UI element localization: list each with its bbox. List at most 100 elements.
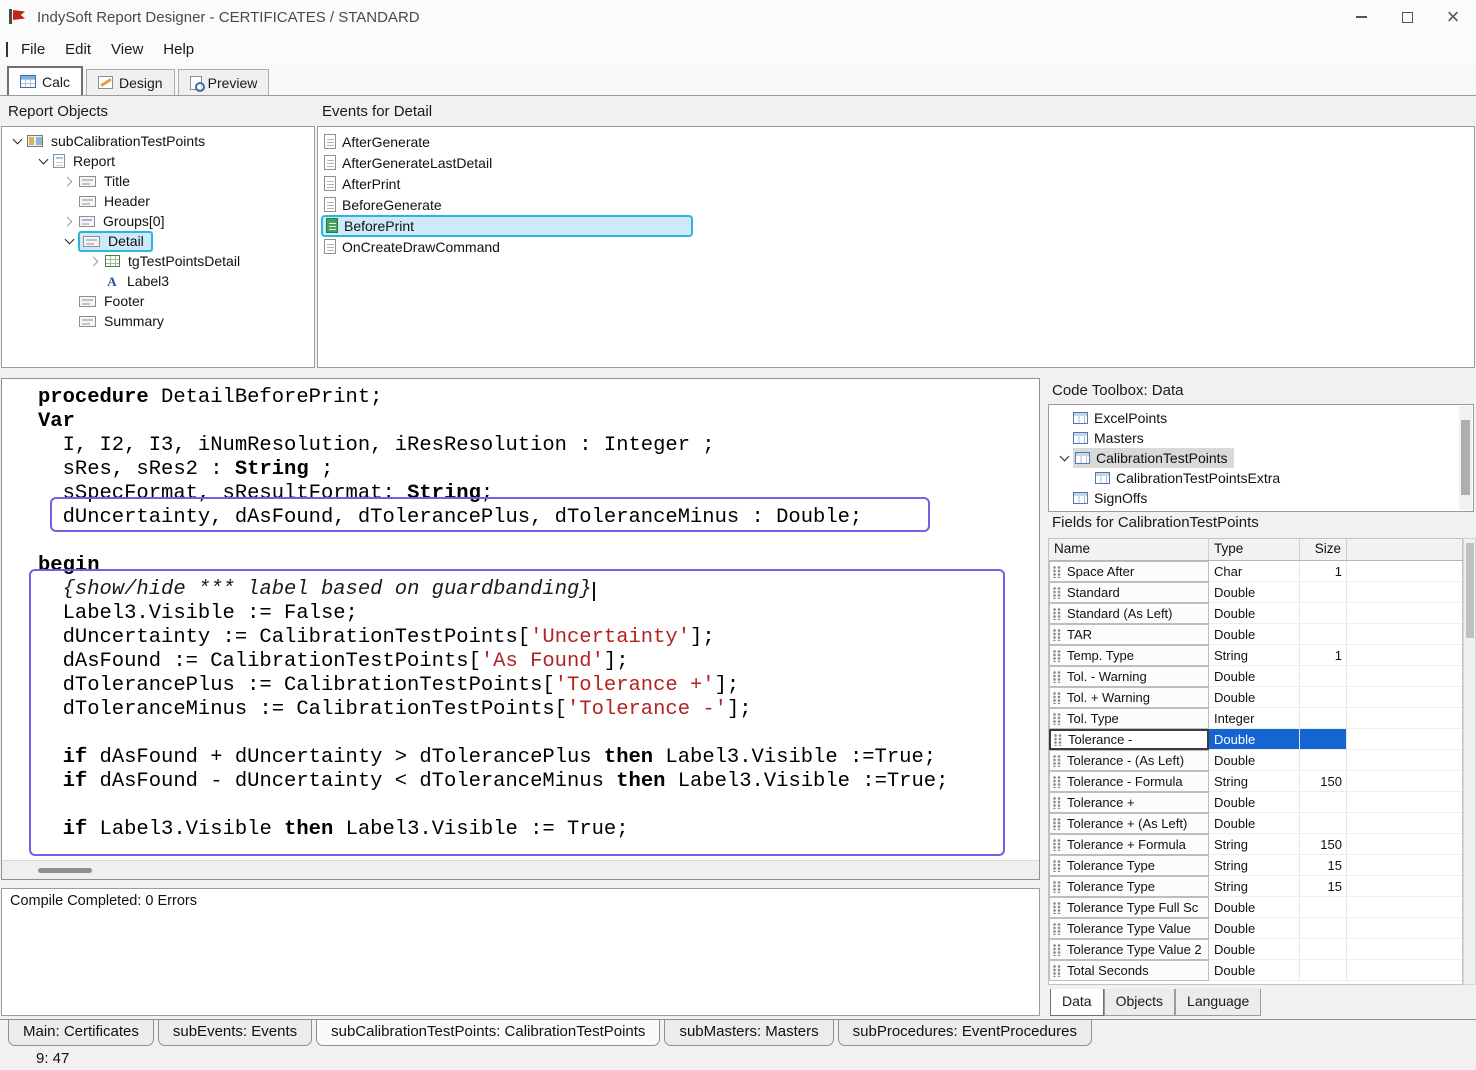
event-item-afterprint[interactable]: AfterPrint <box>318 173 1474 194</box>
field-name-cell: Total Seconds <box>1049 960 1209 981</box>
field-size-cell <box>1300 603 1347 624</box>
toolbox-tab-data[interactable]: Data <box>1050 989 1104 1016</box>
fields-column-header-name[interactable]: Name <box>1049 539 1209 560</box>
tree-item-report[interactable]: Report <box>2 151 314 171</box>
menu-item-edit[interactable]: Edit <box>55 34 101 64</box>
event-item-oncreatedrawcommand[interactable]: OnCreateDrawCommand <box>318 236 1474 257</box>
page-tab-subevents-events[interactable]: subEvents: Events <box>158 1020 312 1046</box>
menu-item-view[interactable]: View <box>101 34 153 64</box>
code-text: ; <box>309 458 334 481</box>
toolbox-item-excelpoints[interactable]: ExcelPoints <box>1049 408 1473 428</box>
toolbox-vertical-scrollbar[interactable] <box>1459 406 1472 510</box>
field-filler-cell <box>1347 666 1462 687</box>
tree-item-header[interactable]: Header <box>2 191 314 211</box>
tab-preview[interactable]: Preview <box>178 69 270 95</box>
menu-item-file[interactable]: File <box>11 34 55 64</box>
toolbox-tab-objects[interactable]: Objects <box>1104 989 1175 1016</box>
field-row-tar[interactable]: TARDouble <box>1049 624 1462 645</box>
field-row-tol-type[interactable]: Tol. TypeInteger <box>1049 708 1462 729</box>
grip-icon <box>1053 629 1062 641</box>
tree-item-subcalibrationtestpoints[interactable]: subCalibrationTestPoints <box>2 131 314 151</box>
field-name: Total Seconds <box>1067 963 1149 978</box>
annotation-box-variable-line <box>50 497 930 532</box>
field-size-cell <box>1300 918 1347 939</box>
event-item-beforeprint[interactable]: BeforePrint <box>318 215 1474 236</box>
field-row-tolerance-type-value-2[interactable]: Tolerance Type Value 2Double <box>1049 939 1462 960</box>
chevron-expanded-icon[interactable] <box>60 233 78 249</box>
toolbox-tab-language[interactable]: Language <box>1175 989 1261 1016</box>
window-controls: × <box>1338 0 1476 34</box>
tab-calc[interactable]: Calc <box>7 66 83 95</box>
chevron-expanded-icon[interactable] <box>1055 450 1073 466</box>
chevron-expanded-icon[interactable] <box>8 133 26 149</box>
field-row-tolerance-type[interactable]: Tolerance TypeString15 <box>1049 876 1462 897</box>
field-type-cell: String <box>1209 834 1300 855</box>
field-filler-cell <box>1347 876 1462 897</box>
report-icon <box>53 154 65 168</box>
field-name: Tolerance Type Full Sc <box>1067 900 1198 915</box>
close-button[interactable]: × <box>1430 0 1476 34</box>
page-tab-subcalibrationtestpoints-calibrationtestpoints[interactable]: subCalibrationTestPoints: CalibrationTes… <box>316 1020 660 1046</box>
keyword: String <box>235 458 309 481</box>
field-name: Tolerance + <box>1067 795 1135 810</box>
editor-horizontal-scrollbar[interactable] <box>2 860 1039 879</box>
fields-vertical-scrollbar[interactable] <box>1463 538 1476 985</box>
event-item-aftergeneratelastdetail[interactable]: AfterGenerateLastDetail <box>318 152 1474 173</box>
field-filler-cell <box>1347 624 1462 645</box>
fields-column-header-size[interactable]: Size <box>1300 539 1347 560</box>
band-icon <box>79 176 96 187</box>
field-row-tolerance[interactable]: Tolerance -Double <box>1049 729 1462 750</box>
field-row-standard[interactable]: StandardDouble <box>1049 582 1462 603</box>
tree-item-summary[interactable]: Summary <box>2 311 314 331</box>
toolbox-item-calibrationtestpoints[interactable]: CalibrationTestPoints <box>1049 448 1473 468</box>
field-row-standard-as-left[interactable]: Standard (As Left)Double <box>1049 603 1462 624</box>
tree-item-groups-0[interactable]: Groups[0] <box>2 211 314 231</box>
field-row-tolerance[interactable]: Tolerance +Double <box>1049 792 1462 813</box>
field-row-tolerance-type-full-sc[interactable]: Tolerance Type Full ScDouble <box>1049 897 1462 918</box>
fields-column-header-type[interactable]: Type <box>1209 539 1300 560</box>
toolbox-item-calibrationtestpointsextra[interactable]: CalibrationTestPointsExtra <box>1049 468 1473 488</box>
page-tab-main-certificates[interactable]: Main: Certificates <box>8 1020 154 1046</box>
toolbox-item-label: CalibrationTestPoints <box>1096 450 1228 466</box>
field-row-temp-type[interactable]: Temp. TypeString1 <box>1049 645 1462 666</box>
chevron-collapsed-icon[interactable] <box>86 253 104 269</box>
field-row-tolerance-type[interactable]: Tolerance TypeString15 <box>1049 855 1462 876</box>
tree-item-footer[interactable]: Footer <box>2 291 314 311</box>
toolbox-item-masters[interactable]: Masters <box>1049 428 1473 448</box>
toolbox-scrollbar-thumb[interactable] <box>1461 420 1470 495</box>
grip-icon <box>1053 650 1062 662</box>
field-row-tolerance-as-left[interactable]: Tolerance + (As Left)Double <box>1049 813 1462 834</box>
event-item-aftergenerate[interactable]: AfterGenerate <box>318 131 1474 152</box>
field-row-tol-warning[interactable]: Tol. - WarningDouble <box>1049 666 1462 687</box>
field-row-total-seconds[interactable]: Total SecondsDouble <box>1049 960 1462 981</box>
minimize-button[interactable] <box>1338 0 1384 34</box>
fields-scrollbar-thumb[interactable] <box>1466 543 1474 638</box>
tree-item-label3[interactable]: Label3 <box>2 271 314 291</box>
tab-design[interactable]: Design <box>86 69 175 95</box>
event-item-beforegenerate[interactable]: BeforeGenerate <box>318 194 1474 215</box>
menu-item-help[interactable]: Help <box>153 34 204 64</box>
toolbox-item-label: SignOffs <box>1094 490 1147 506</box>
field-row-tolerance-as-left[interactable]: Tolerance - (As Left)Double <box>1049 750 1462 771</box>
chevron-collapsed-icon[interactable] <box>60 213 78 229</box>
toolbox-item-signoffs[interactable]: SignOffs <box>1049 488 1473 508</box>
editor-scrollbar-thumb[interactable] <box>38 868 92 873</box>
tree-item-label: Title <box>101 173 133 189</box>
tree-item-title[interactable]: Title <box>2 171 314 191</box>
chevron-expanded-icon[interactable] <box>34 153 52 169</box>
field-size-cell <box>1300 813 1347 834</box>
tree-item-tgtestpointsdetail[interactable]: tgTestPointsDetail <box>2 251 314 271</box>
tree-item-detail[interactable]: Detail <box>2 231 314 251</box>
field-row-tolerance-type-value[interactable]: Tolerance Type ValueDouble <box>1049 918 1462 939</box>
chevron-collapsed-icon[interactable] <box>60 173 78 189</box>
field-name: Tolerance Type Value 2 <box>1067 942 1202 957</box>
field-row-tol-warning[interactable]: Tol. + WarningDouble <box>1049 687 1462 708</box>
field-filler-cell <box>1347 771 1462 792</box>
field-row-tolerance-formula[interactable]: Tolerance - FormulaString150 <box>1049 771 1462 792</box>
page-tab-subprocedures-eventprocedures[interactable]: subProcedures: EventProcedures <box>838 1020 1092 1046</box>
page-tab-submasters-masters[interactable]: subMasters: Masters <box>664 1020 833 1046</box>
field-row-tolerance-formula[interactable]: Tolerance + FormulaString150 <box>1049 834 1462 855</box>
maximize-button[interactable] <box>1384 0 1430 34</box>
field-size-cell <box>1300 582 1347 603</box>
field-row-space-after[interactable]: Space AfterChar1 <box>1049 561 1462 582</box>
